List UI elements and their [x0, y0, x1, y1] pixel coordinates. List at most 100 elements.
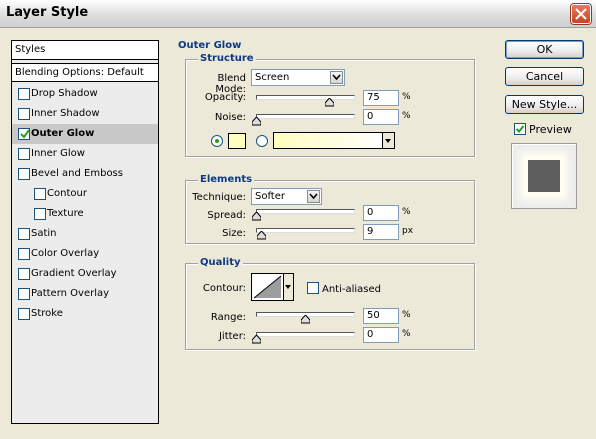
solid-color-radio[interactable] — [211, 135, 223, 147]
style-checkbox[interactable] — [34, 208, 46, 220]
style-checkbox[interactable] — [18, 88, 30, 100]
jitter-slider[interactable] — [256, 332, 355, 337]
style-item-contour[interactable]: Contour — [12, 184, 158, 204]
styles-header[interactable]: Styles — [12, 41, 158, 60]
preview-swatch — [528, 160, 560, 192]
spread-slider[interactable] — [256, 209, 355, 214]
panel-title: Outer Glow — [178, 40, 242, 51]
style-item-label: Pattern Overlay — [31, 288, 110, 299]
size-slider[interactable] — [256, 228, 355, 233]
style-item-pattern-overlay[interactable]: Pattern Overlay — [12, 284, 158, 304]
close-button[interactable] — [571, 4, 591, 24]
title-bar[interactable]: Layer Style — [0, 0, 596, 28]
structure-title: Structure — [198, 53, 256, 64]
style-item-inner-glow[interactable]: Inner Glow — [12, 144, 158, 164]
style-checkbox[interactable] — [18, 228, 30, 240]
style-item-label: Inner Shadow — [31, 108, 100, 119]
quality-title: Quality — [198, 257, 243, 268]
anti-aliased-label: Anti-aliased — [322, 284, 382, 295]
chevron-down-icon — [330, 71, 343, 84]
range-slider-thumb[interactable] — [300, 315, 310, 324]
contour-label: Contour: — [202, 283, 246, 294]
triangle-down-icon — [385, 139, 391, 143]
chevron-down-icon — [307, 190, 320, 203]
size-input[interactable]: 9 — [363, 224, 399, 240]
style-checkbox[interactable] — [34, 188, 46, 200]
blending-options-item[interactable]: Blending Options: Default — [12, 63, 158, 82]
size-slider-thumb[interactable] — [256, 231, 266, 240]
elements-title: Elements — [198, 174, 255, 185]
technique-select[interactable]: Softer — [251, 188, 322, 205]
checkmark-icon — [515, 125, 525, 133]
technique-label: Technique: — [192, 192, 246, 203]
preview-label: Preview — [529, 123, 572, 136]
range-unit: % — [402, 310, 411, 320]
preview-checkbox[interactable] — [514, 123, 526, 135]
cancel-button[interactable]: Cancel — [505, 67, 584, 86]
glow-color-swatch[interactable] — [228, 133, 246, 149]
style-item-label: Inner Glow — [31, 148, 85, 159]
style-item-color-overlay[interactable]: Color Overlay — [12, 244, 158, 264]
ok-button[interactable]: OK — [505, 40, 584, 59]
style-item-label: Contour — [47, 188, 87, 199]
checkmark-icon — [20, 129, 30, 139]
contour-dropdown-button[interactable] — [284, 273, 294, 301]
style-checkbox[interactable] — [18, 248, 30, 260]
style-item-outer-glow[interactable]: Outer Glow — [12, 124, 158, 144]
style-checkbox[interactable] — [18, 268, 30, 280]
style-item-bevel-and-emboss[interactable]: Bevel and Emboss — [12, 164, 158, 184]
noise-slider[interactable] — [256, 114, 355, 119]
close-icon — [575, 8, 587, 20]
jitter-unit: % — [402, 329, 411, 339]
anti-aliased-checkbox[interactable] — [307, 282, 319, 294]
layer-style-dialog: Layer Style Styles Blending Options: Def… — [0, 0, 596, 439]
spread-label: Spread: — [207, 210, 246, 221]
style-item-texture[interactable]: Texture — [12, 204, 158, 224]
gradient-dropdown-button[interactable] — [383, 132, 395, 149]
style-checkbox[interactable] — [18, 108, 30, 120]
window-title: Layer Style — [6, 5, 89, 20]
style-item-stroke[interactable]: Stroke — [12, 304, 158, 324]
style-checkbox[interactable] — [18, 168, 30, 180]
style-item-label: Stroke — [31, 308, 63, 319]
style-item-drop-shadow[interactable]: Drop Shadow — [12, 84, 158, 104]
preview-thumbnail — [511, 143, 577, 209]
gradient-radio[interactable] — [256, 135, 268, 147]
spread-unit: % — [402, 207, 411, 217]
style-item-label: Bevel and Emboss — [31, 168, 123, 179]
range-input[interactable]: 50 — [363, 308, 399, 324]
blend-mode-select[interactable]: Screen — [251, 69, 345, 86]
style-checkbox[interactable] — [18, 148, 30, 160]
spread-input[interactable]: 0 — [363, 205, 399, 221]
triangle-down-icon — [285, 285, 291, 289]
contour-picker[interactable] — [251, 273, 284, 301]
jitter-slider-thumb[interactable] — [252, 335, 261, 344]
linear-contour-icon — [253, 275, 282, 299]
style-item-inner-shadow[interactable]: Inner Shadow — [12, 104, 158, 124]
spread-slider-thumb[interactable] — [252, 212, 261, 221]
new-style-button[interactable]: New Style... — [505, 95, 584, 114]
styles-list: Styles Blending Options: Default Drop Sh… — [11, 40, 159, 424]
style-checkbox[interactable] — [18, 308, 30, 320]
opacity-slider-thumb[interactable] — [324, 98, 334, 107]
style-item-satin[interactable]: Satin — [12, 224, 158, 244]
opacity-slider[interactable] — [256, 95, 355, 100]
style-item-label: Color Overlay — [31, 248, 100, 259]
style-item-label: Gradient Overlay — [31, 268, 117, 279]
opacity-input[interactable]: 75 — [363, 90, 399, 106]
size-unit: px — [402, 226, 414, 236]
jitter-input[interactable]: 0 — [363, 327, 399, 343]
size-label: Size: — [222, 228, 246, 239]
noise-unit: % — [402, 111, 411, 121]
style-checkbox[interactable] — [18, 128, 30, 140]
noise-input[interactable]: 0 — [363, 109, 399, 125]
style-checkbox[interactable] — [18, 288, 30, 300]
style-item-label: Satin — [31, 228, 57, 239]
range-label: Range: — [210, 312, 246, 323]
style-item-label: Drop Shadow — [31, 88, 98, 99]
opacity-label: Opacity: — [204, 92, 246, 103]
radio-selected-dot — [215, 139, 219, 143]
gradient-picker[interactable] — [273, 132, 383, 149]
style-item-gradient-overlay[interactable]: Gradient Overlay — [12, 264, 158, 284]
noise-slider-thumb[interactable] — [252, 117, 261, 126]
